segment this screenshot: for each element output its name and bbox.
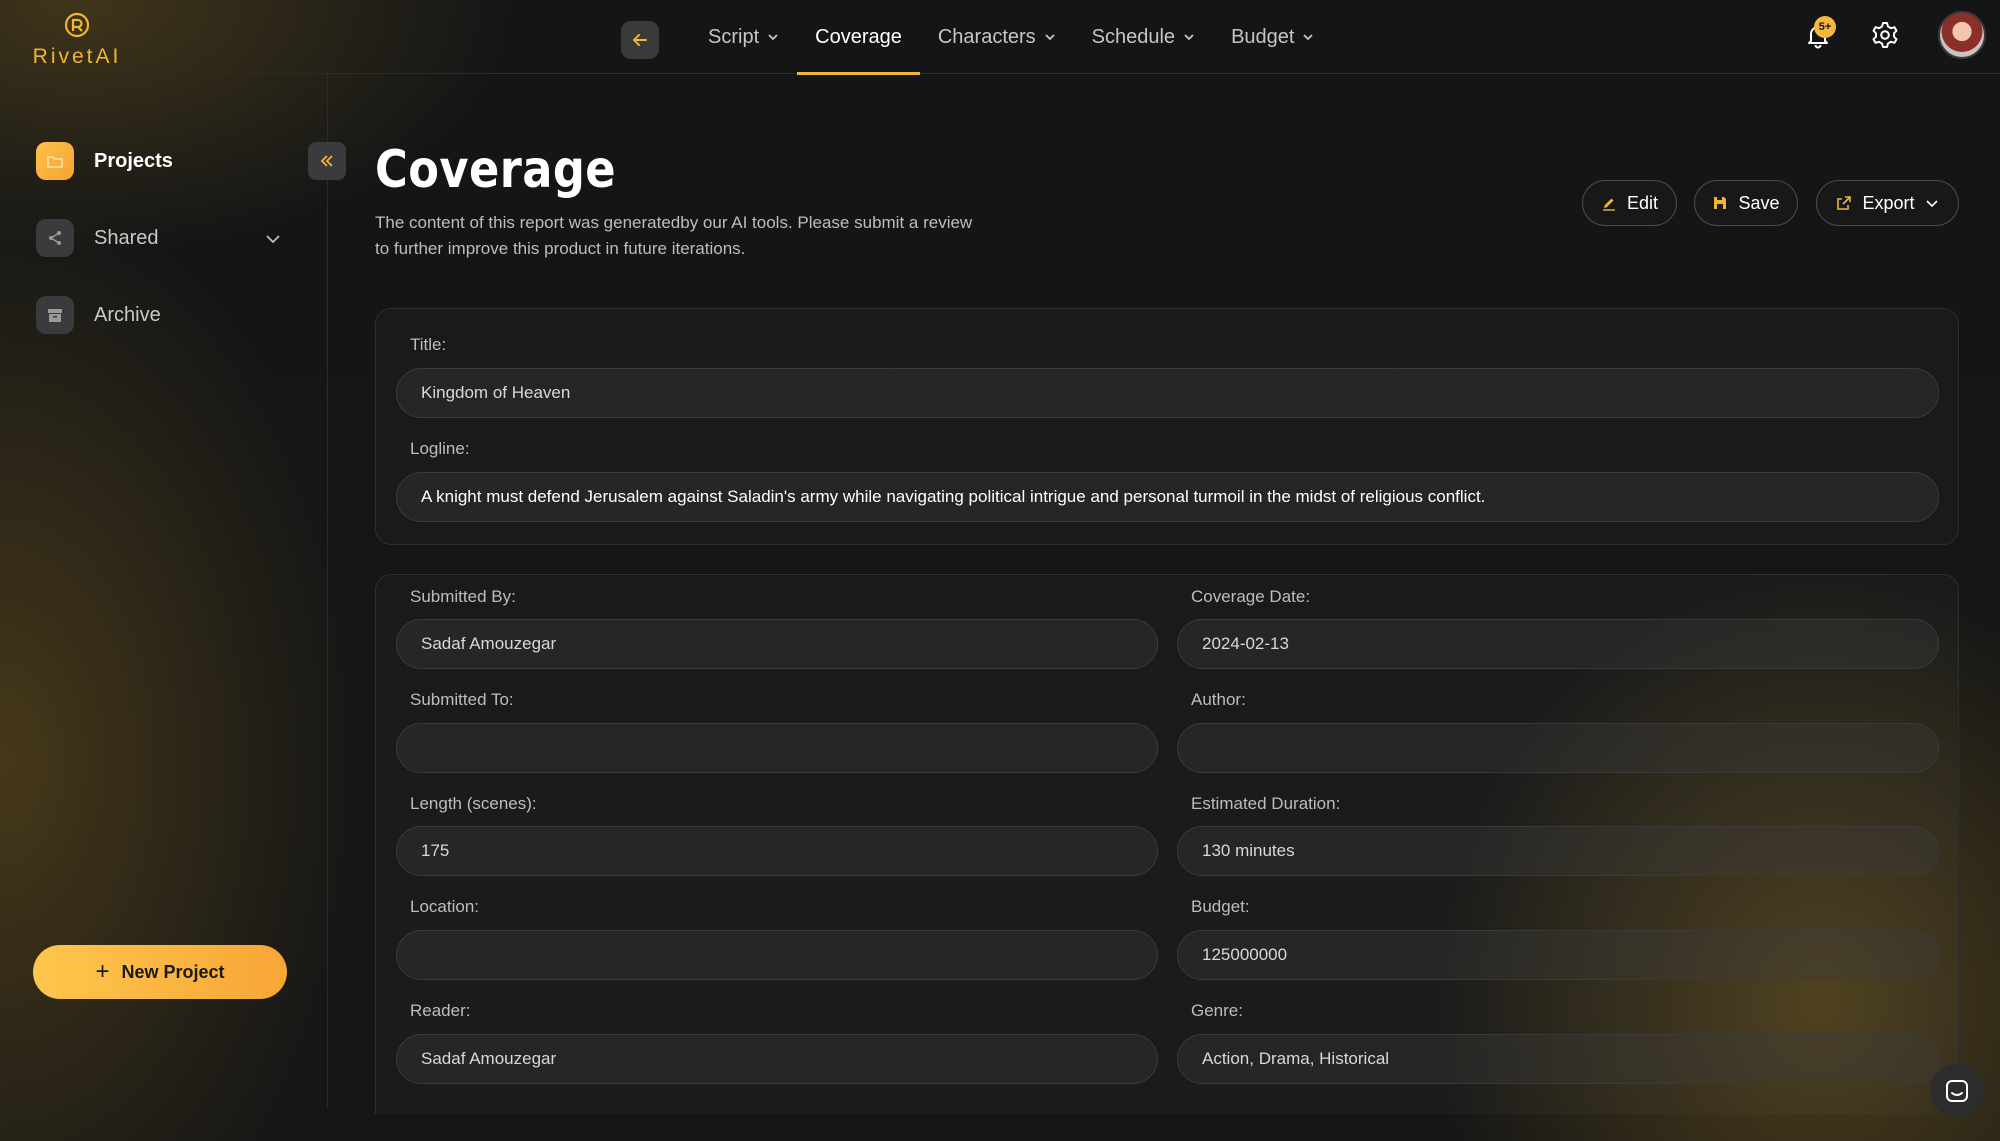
chevrons-left-icon xyxy=(320,155,333,167)
archive-icon xyxy=(36,296,74,334)
top-navigation-bar: RivetAI Script Coverage Characters Sched… xyxy=(0,0,2000,75)
brand-name: RivetAI xyxy=(32,45,122,68)
nav-item-label: Characters xyxy=(937,25,1036,48)
coverage-date-label: Coverage Date: xyxy=(1191,587,1311,606)
location-field[interactable] xyxy=(396,930,1158,980)
genre-field[interactable]: Action, Drama, Historical xyxy=(1177,1034,1939,1084)
back-button[interactable] xyxy=(621,21,659,59)
duration-label: Estimated Duration: xyxy=(1191,794,1341,813)
author-label: Author: xyxy=(1191,690,1246,709)
details-card: Submitted By: Sadaf Amouzegar Coverage D… xyxy=(375,574,1959,1114)
nav-item-schedule[interactable]: Schedule xyxy=(1074,0,1213,74)
sidebar-item-label: Archive xyxy=(94,303,161,326)
duration-field[interactable]: 130 minutes xyxy=(1177,826,1939,876)
length-field[interactable]: 175 xyxy=(396,826,1158,876)
edit-label: Edit xyxy=(1626,192,1659,213)
title-label: Title: xyxy=(410,335,447,354)
location-label: Location: xyxy=(410,897,479,916)
share-icon xyxy=(36,219,74,257)
save-icon xyxy=(1714,197,1727,209)
chat-icon xyxy=(1946,1080,1968,1102)
notification-badge: 5+ xyxy=(1814,16,1836,38)
plus-icon: + xyxy=(95,958,110,985)
author-field[interactable] xyxy=(1177,723,1939,773)
chevron-down-icon xyxy=(1184,34,1194,41)
submitted-to-label: Submitted To: xyxy=(410,690,514,709)
length-label: Length (scenes): xyxy=(410,794,537,813)
coverage-date-field[interactable]: 2024-02-13 xyxy=(1177,619,1939,669)
export-label: Export xyxy=(1862,192,1915,213)
nav-item-label: Schedule xyxy=(1091,25,1176,48)
budget-label: Budget: xyxy=(1191,897,1250,916)
collapse-sidebar-button[interactable] xyxy=(308,142,346,180)
nav-item-coverage[interactable]: Coverage xyxy=(797,0,920,75)
budget-field[interactable]: 125000000 xyxy=(1177,930,1939,980)
title-field[interactable]: Kingdom of Heaven xyxy=(396,368,1939,418)
new-project-button[interactable]: + New Project xyxy=(33,945,287,999)
main-nav: Script Coverage Characters Schedule Budg… xyxy=(690,0,1332,75)
nav-item-budget[interactable]: Budget xyxy=(1213,0,1332,74)
logline-field[interactable]: A knight must defend Jerusalem against S… xyxy=(396,472,1939,522)
chevron-down-icon[interactable] xyxy=(264,230,282,248)
logline-label: Logline: xyxy=(410,439,470,458)
submitted-to-field[interactable] xyxy=(396,723,1158,773)
nav-item-label: Coverage xyxy=(815,25,902,48)
gear-icon[interactable] xyxy=(1871,21,1899,49)
edit-button[interactable]: Edit xyxy=(1582,180,1677,226)
chevron-down-icon xyxy=(1925,200,1938,208)
chevron-down-icon xyxy=(768,34,778,41)
chevron-down-icon xyxy=(1045,34,1055,41)
overview-card: Title: Kingdom of Heaven Logline: A knig… xyxy=(375,308,1959,545)
new-project-label: New Project xyxy=(121,961,225,982)
pencil-icon xyxy=(1602,198,1615,211)
nav-item-characters[interactable]: Characters xyxy=(920,0,1074,74)
submitted-by-field[interactable]: Sadaf Amouzegar xyxy=(396,619,1158,669)
sidebar: Projects Shared Archive + New Project xyxy=(0,74,346,1107)
chevron-down-icon xyxy=(1303,34,1314,41)
sidebar-item-shared[interactable]: Shared xyxy=(36,219,159,257)
sidebar-item-projects[interactable]: Projects xyxy=(36,142,173,180)
page-title: Coverage xyxy=(375,140,617,200)
export-button[interactable]: Export xyxy=(1816,180,1959,226)
folder-icon xyxy=(36,142,74,180)
reader-field[interactable]: Sadaf Amouzegar xyxy=(396,1034,1158,1084)
submitted-by-label: Submitted By: xyxy=(410,587,516,606)
nav-item-script[interactable]: Script xyxy=(690,0,797,74)
reader-label: Reader: xyxy=(410,1001,471,1020)
save-label: Save xyxy=(1738,192,1780,213)
arrow-left-icon xyxy=(633,34,647,46)
external-link-icon xyxy=(1837,196,1852,210)
user-avatar[interactable] xyxy=(1938,11,1986,59)
save-button[interactable]: Save xyxy=(1694,180,1798,226)
page-description: The content of this report was generated… xyxy=(375,213,973,258)
nav-item-label: Script xyxy=(708,25,760,48)
chat-support-button[interactable] xyxy=(1930,1064,1984,1118)
sidebar-item-label: Projects xyxy=(94,149,173,172)
sidebar-item-archive[interactable]: Archive xyxy=(36,296,161,334)
logo-icon xyxy=(64,12,90,38)
sidebar-item-label: Shared xyxy=(94,226,159,249)
brand-logo[interactable]: RivetAI xyxy=(32,12,122,69)
nav-item-label: Budget xyxy=(1231,25,1295,48)
genre-label: Genre: xyxy=(1191,1001,1243,1020)
